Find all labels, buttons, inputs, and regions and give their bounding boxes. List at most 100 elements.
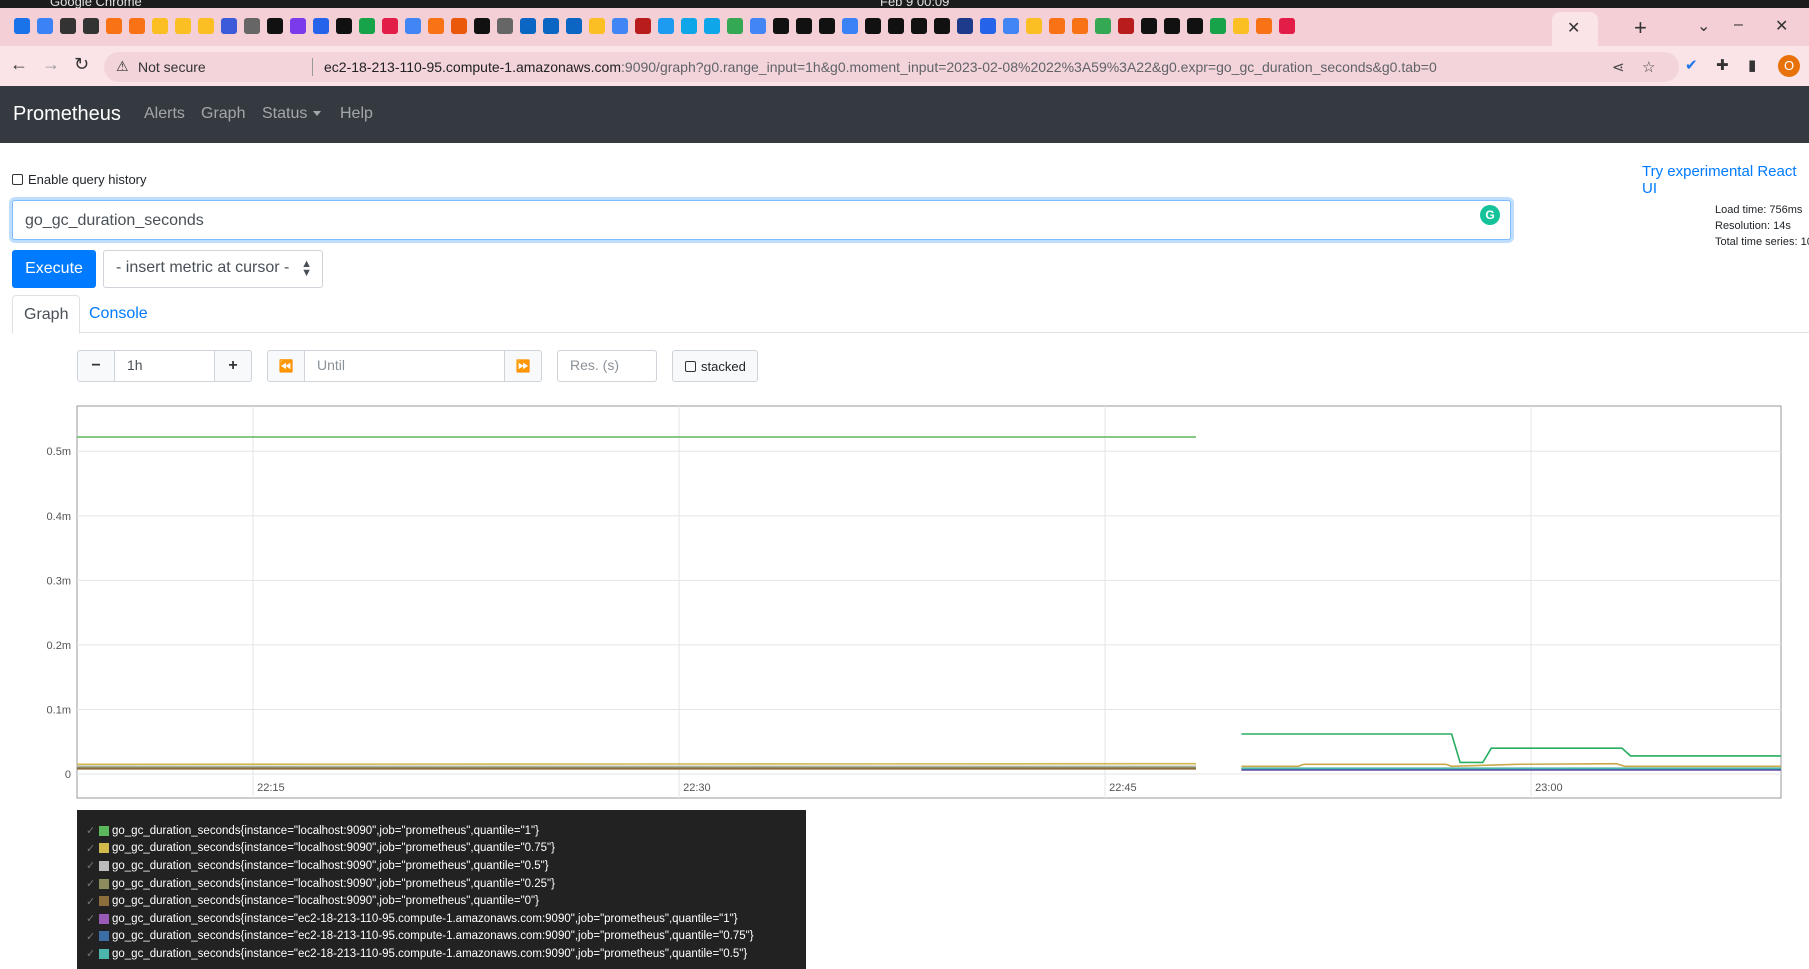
tab-favicon-icon[interactable] [497, 18, 513, 34]
nav-alerts[interactable]: Alerts [144, 105, 185, 123]
tab-favicon-icon[interactable] [635, 18, 651, 34]
tab-favicon-icon[interactable] [704, 18, 720, 34]
tab-favicon-icon[interactable] [428, 18, 444, 34]
back-icon[interactable]: ← [10, 54, 28, 75]
stacked-toggle-button[interactable]: stacked [672, 350, 758, 382]
graph-chart[interactable]: 0.5m 0.4m 0.3m 0.2m 0.1m 0 22:15 22:30 22:45 23:0… [0, 400, 1809, 810]
tab-favicon-icon[interactable] [336, 18, 352, 34]
range-increase-button[interactable]: + [214, 350, 252, 382]
tab-console[interactable]: Console [78, 295, 159, 334]
share-icon[interactable]: ⋖ [1612, 58, 1625, 76]
tab-favicon-icon[interactable] [980, 18, 996, 34]
tab-favicon-icon[interactable] [1049, 18, 1065, 34]
tab-favicon-icon[interactable] [474, 18, 490, 34]
react-ui-link[interactable]: Try experimental React UI [1642, 163, 1809, 197]
profile-avatar[interactable]: O [1778, 55, 1800, 77]
tab-favicon-icon[interactable] [175, 18, 191, 34]
tab-favicon-icon[interactable] [37, 18, 53, 34]
tab-graph[interactable]: Graph [12, 295, 81, 334]
tab-favicon-icon[interactable] [589, 18, 605, 34]
range-input[interactable]: 1h [115, 350, 215, 382]
legend-item[interactable]: ✓ go_gc_duration_seconds{instance="localh… [86, 840, 806, 858]
tab-favicon-icon[interactable] [1256, 18, 1272, 34]
tab-favicon-icon[interactable] [382, 18, 398, 34]
tab-favicon-icon[interactable] [543, 18, 559, 34]
minimize-icon[interactable]: – [1734, 16, 1743, 34]
tab-favicon-icon[interactable] [865, 18, 881, 34]
puzzle-icon[interactable]: ✚ [1716, 56, 1729, 74]
legend-item[interactable]: ✓ go_gc_duration_seconds{instance="ec2-18… [86, 928, 806, 946]
range-decrease-button[interactable]: − [77, 350, 115, 382]
legend-item[interactable]: ✓ go_gc_duration_seconds{instance="ec2-18… [86, 910, 806, 928]
tab-favicon-icon[interactable] [796, 18, 812, 34]
tab-favicon-icon[interactable] [566, 18, 582, 34]
bookmark-star-icon[interactable]: ☆ [1642, 58, 1655, 76]
tab-favicon-icon[interactable] [198, 18, 214, 34]
tab-favicon-icon[interactable] [773, 18, 789, 34]
tab-favicon-icon[interactable] [1164, 18, 1180, 34]
tab-favicon-icon[interactable] [612, 18, 628, 34]
plus-icon[interactable]: + [1634, 15, 1647, 41]
legend-item[interactable]: ✓ go_gc_duration_seconds{instance="localh… [86, 875, 806, 893]
tab-favicon-icon[interactable] [152, 18, 168, 34]
close-icon[interactable]: ✕ [1567, 18, 1580, 38]
extension-icon[interactable]: ✔ [1685, 56, 1698, 74]
brand-logo[interactable]: Prometheus [13, 103, 121, 126]
tab-favicon-icon[interactable] [658, 18, 674, 34]
nav-help[interactable]: Help [340, 105, 373, 123]
grammarly-icon[interactable]: G [1480, 205, 1500, 225]
nav-graph[interactable]: Graph [201, 105, 245, 123]
tab-favicon-icon[interactable] [1233, 18, 1249, 34]
tab-favicon-icon[interactable] [1026, 18, 1042, 34]
legend-item[interactable]: ✓ go_gc_duration_seconds{instance="localh… [86, 822, 806, 840]
tab-favicon-icon[interactable] [359, 18, 375, 34]
tab-favicon-icon[interactable] [60, 18, 76, 34]
tab-favicon-icon[interactable] [244, 18, 260, 34]
tab-favicon-icon[interactable] [1003, 18, 1019, 34]
tab-favicon-icon[interactable] [1279, 18, 1295, 34]
legend-item[interactable]: ✓ go_gc_duration_seconds{instance="localh… [86, 892, 806, 910]
checkbox[interactable] [12, 174, 23, 185]
tab-favicon-icon[interactable] [911, 18, 927, 34]
tab-favicon-icon[interactable] [1095, 18, 1111, 34]
tab-favicon-icon[interactable] [1072, 18, 1088, 34]
forward-icon[interactable]: → [42, 54, 60, 75]
tab-favicon-icon[interactable] [957, 18, 973, 34]
tab-favicon-icon[interactable] [520, 18, 536, 34]
tab-favicon-icon[interactable] [106, 18, 122, 34]
tab-favicon-icon[interactable] [1118, 18, 1134, 34]
tab-favicon-icon[interactable] [1187, 18, 1203, 34]
tab-favicon-icon[interactable] [267, 18, 283, 34]
nav-status[interactable]: Status [262, 105, 322, 123]
tab-favicon-icon[interactable] [129, 18, 145, 34]
fast-forward-icon[interactable]: ⏩ [504, 350, 542, 382]
tab-favicon-icon[interactable] [451, 18, 467, 34]
until-input[interactable]: Until [305, 350, 505, 382]
tab-favicon-icon[interactable] [681, 18, 697, 34]
tab-favicon-icon[interactable] [727, 18, 743, 34]
url-text[interactable]: ec2-18-213-110-95.compute-1.amazonaws.co… [324, 59, 1437, 75]
query-history-toggle[interactable]: Enable query history [12, 172, 147, 187]
tab-favicon-icon[interactable] [842, 18, 858, 34]
sidepanel-icon[interactable]: ▮ [1748, 56, 1756, 74]
tab-favicon-icon[interactable] [1210, 18, 1226, 34]
tab-favicon-icon[interactable] [819, 18, 835, 34]
legend-item[interactable]: ✓ go_gc_duration_seconds{instance="localh… [86, 857, 806, 875]
tab-favicon-icon[interactable] [313, 18, 329, 34]
tab-favicon-icon[interactable] [934, 18, 950, 34]
reload-icon[interactable]: ↻ [74, 54, 89, 75]
insert-metric-select[interactable]: - insert metric at cursor - ▲ ▼ [103, 250, 323, 288]
tab-favicon-icon[interactable] [405, 18, 421, 34]
tab-favicon-icon[interactable] [290, 18, 306, 34]
tab-favicon-icon[interactable] [221, 18, 237, 34]
tab-favicon-icon[interactable] [888, 18, 904, 34]
address-bar[interactable]: ⚠ Not secure ec2-18-213-110-95.compute-1… [104, 52, 1679, 82]
tab-favicon-icon[interactable] [14, 18, 30, 34]
active-tab[interactable]: ✕ [1552, 12, 1598, 46]
legend-item[interactable]: ✓ go_gc_duration_seconds{instance="ec2-18… [86, 945, 806, 963]
expression-input[interactable]: go_gc_duration_seconds G [12, 200, 1511, 240]
execute-button[interactable]: Execute [12, 250, 96, 288]
tab-favicon-icon[interactable] [83, 18, 99, 34]
tab-search-icon[interactable]: ⌄ [1697, 16, 1710, 36]
tab-favicon-icon[interactable] [750, 18, 766, 34]
